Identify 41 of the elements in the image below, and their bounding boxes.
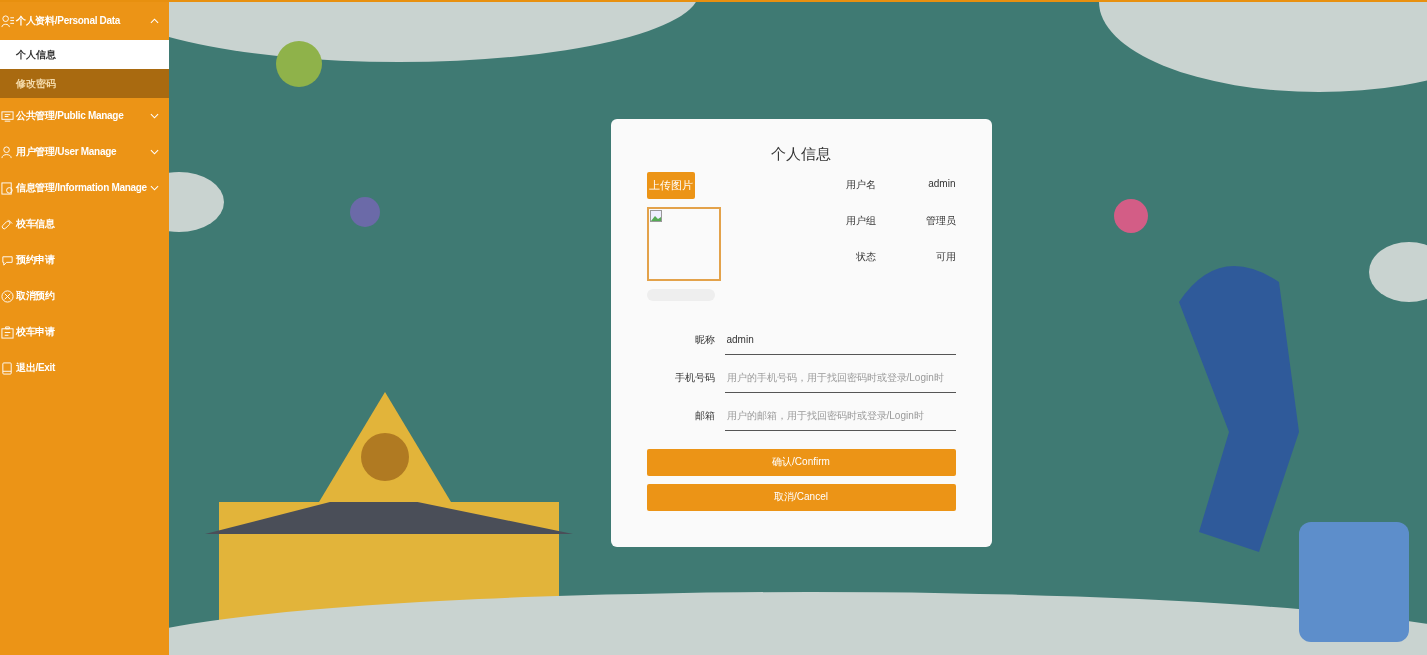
action-button[interactable]: 确认/Confirm bbox=[646, 448, 956, 476]
info-value: admin bbox=[928, 177, 956, 191]
upload-button[interactable]: 上传图片 bbox=[646, 171, 695, 199]
info-value: 管理员 bbox=[925, 213, 956, 228]
field-label: 邮箱 bbox=[693, 408, 715, 423]
menu-item[interactable]: 预约申请 bbox=[0, 242, 169, 278]
chat-icon bbox=[1, 253, 14, 267]
menu-item[interactable]: 校车信息 bbox=[0, 206, 169, 242]
menu-item[interactable]: 退出/Exit bbox=[0, 350, 169, 386]
field-label: 昵称 bbox=[693, 332, 715, 347]
info-label: 用户组 bbox=[844, 213, 876, 228]
chevron-down-icon bbox=[150, 185, 159, 191]
chevron-up-icon bbox=[150, 18, 159, 24]
info-value: 可用 bbox=[935, 249, 956, 264]
clipboard-icon bbox=[1, 325, 14, 339]
card-title: 个人信息 bbox=[770, 144, 832, 164]
input-field[interactable]: 用户的邮箱，用于找回密码时或登录/Login时 bbox=[724, 401, 956, 431]
monitor-icon bbox=[1, 109, 14, 123]
gear-document-icon bbox=[1, 181, 14, 195]
submenu-item[interactable]: 个人信息 bbox=[0, 40, 169, 69]
action-button[interactable]: 取消/Cancel bbox=[646, 483, 956, 511]
chevron-down-icon bbox=[150, 149, 159, 155]
circle-x-icon bbox=[1, 289, 14, 303]
menu-item[interactable]: 用户管理/User Manage bbox=[0, 134, 169, 170]
info-label: 状态 bbox=[854, 249, 876, 264]
field-label: 手机号码 bbox=[673, 370, 715, 385]
submenu-item[interactable]: 修改密码 bbox=[0, 69, 169, 98]
menu-item[interactable]: 信息管理/Information Manage bbox=[0, 170, 169, 206]
menu-item[interactable]: 校车申请 bbox=[0, 314, 169, 350]
tablet-icon bbox=[1, 361, 14, 375]
input-field[interactable]: admin bbox=[724, 325, 956, 355]
menu-item[interactable]: 取消预约 bbox=[0, 278, 169, 314]
input-field[interactable]: 用户的手机号码，用于找回密码时或登录/Login时 bbox=[724, 363, 956, 393]
person-list-icon bbox=[1, 14, 14, 28]
chevron-down-icon bbox=[150, 113, 159, 119]
broken-image-icon bbox=[649, 209, 662, 222]
link-icon bbox=[1, 217, 14, 231]
info-label: 用户名 bbox=[844, 177, 876, 192]
menu-item[interactable]: 公共管理/Public Manage bbox=[0, 98, 169, 134]
person-icon bbox=[1, 145, 14, 159]
menu-item[interactable]: 个人资料/Personal Data bbox=[0, 2, 169, 40]
